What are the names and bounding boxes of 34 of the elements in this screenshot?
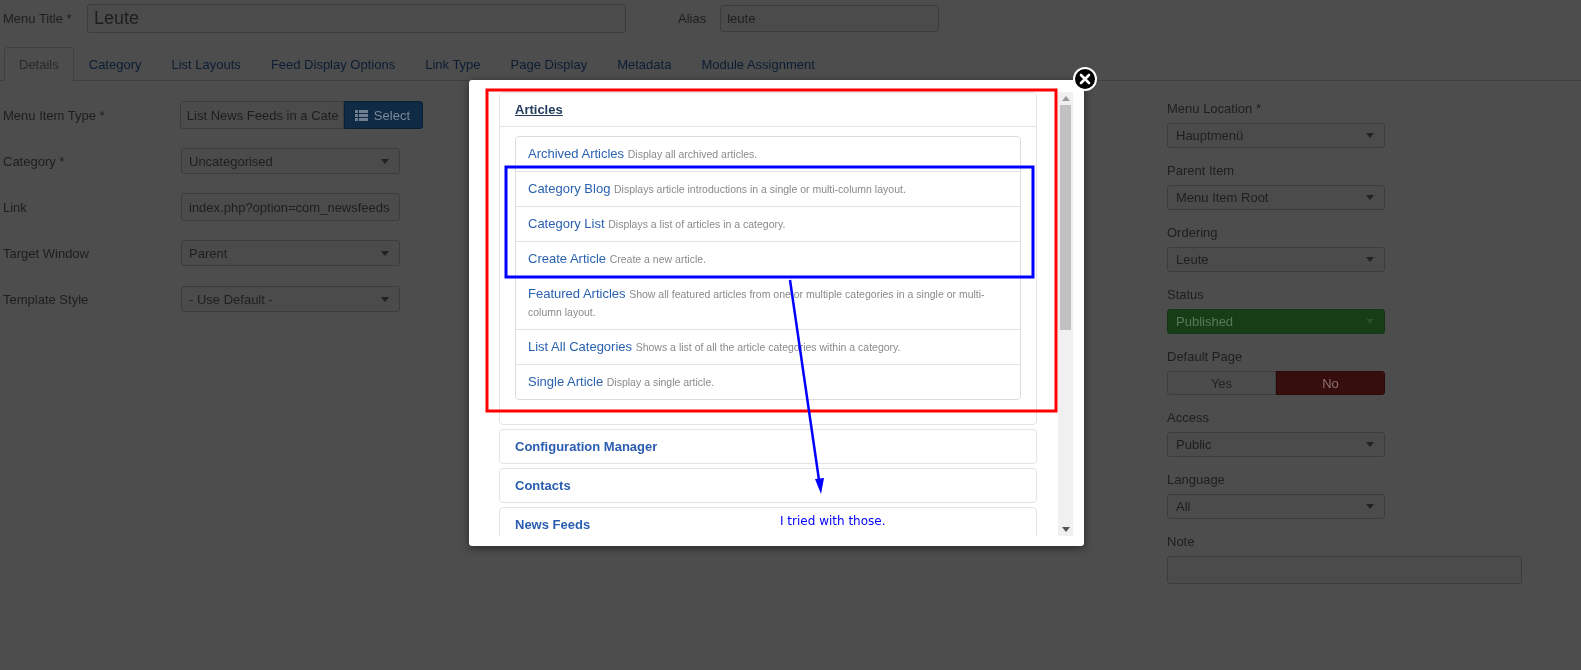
group-title[interactable]: Articles [515, 102, 563, 117]
menu-type-item[interactable]: Single Article Display a single article. [528, 373, 1008, 391]
list-icon [354, 109, 368, 121]
caret-icon [1366, 133, 1374, 138]
group-title[interactable]: News Feeds [515, 517, 591, 532]
scrollbar[interactable] [1058, 92, 1073, 536]
caret-icon [1366, 257, 1374, 262]
caret-icon [1366, 442, 1374, 447]
menu-type-item[interactable]: Featured Articles Show all featured articles from one or multiple categories in a single or multi-column layout. [528, 285, 1008, 321]
menu-type-item[interactable]: Category Blog Displays article introductions in a single or multi-column layout. [528, 180, 1008, 198]
menu-type-item[interactable]: Category List Displays a list of articles in a category. [528, 215, 1008, 233]
tab[interactable]: Feed Display Options [255, 47, 411, 81]
tab[interactable]: Metadata [602, 47, 687, 81]
menu-type-item[interactable]: Archived Articles Display all archived articles. [528, 145, 1008, 163]
tab[interactable]: List Layouts [156, 47, 256, 81]
select-button[interactable]: Select [343, 101, 423, 129]
annotation-text: I tried with those. [780, 514, 886, 528]
toggle-option[interactable]: No [1276, 371, 1385, 395]
close-icon[interactable] [1073, 67, 1097, 91]
scroll-down-icon[interactable] [1061, 527, 1070, 532]
caret-icon [1366, 195, 1374, 200]
group-title[interactable]: Configuration Manager [515, 439, 658, 454]
tab[interactable]: Category [73, 47, 157, 81]
scroll-up-icon[interactable] [1061, 96, 1070, 101]
status-dropdown[interactable]: Published [1167, 309, 1385, 334]
group-title[interactable]: Contacts [515, 478, 571, 493]
menu-type-item[interactable]: Create Article Create a new article. [528, 250, 1008, 268]
caret-icon [1366, 504, 1374, 509]
tab[interactable]: Page Display [495, 47, 603, 81]
caret-icon [381, 250, 389, 256]
tab[interactable]: Link Type [410, 47, 496, 81]
caret-icon [381, 158, 389, 164]
caret-icon [381, 296, 389, 302]
tab[interactable]: Module Assignment [686, 47, 830, 81]
